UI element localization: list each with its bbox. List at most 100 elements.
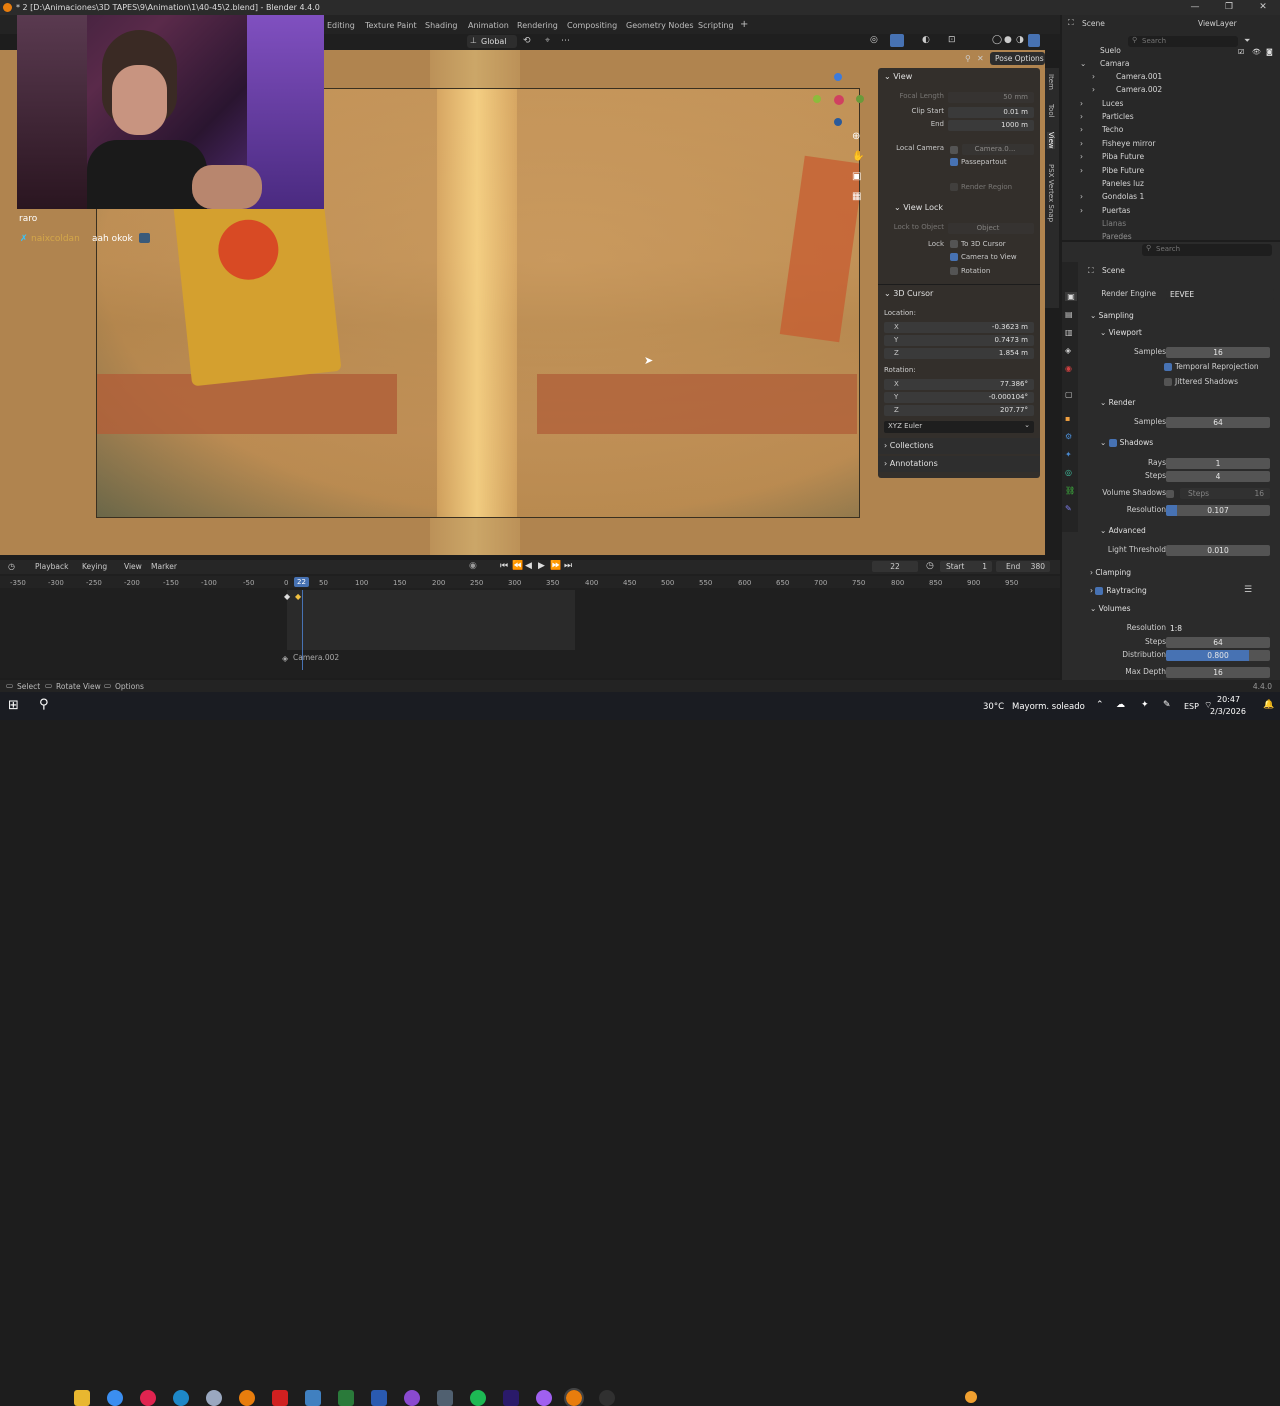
tab-item[interactable]: Item [1047, 74, 1055, 90]
scene-tab-icon[interactable]: ◈ [1065, 346, 1071, 355]
next-keyframe-icon[interactable]: ⏩ [550, 561, 561, 571]
clip-end-field[interactable]: 1000 m [948, 120, 1034, 131]
raytracing-header[interactable]: › Raytracing [1090, 586, 1147, 595]
notification-icon[interactable]: 🔔 [1263, 700, 1274, 710]
obs-icon[interactable] [599, 1390, 615, 1406]
tab-psx-vertex-snap[interactable]: PSX Vertex Snap [1047, 164, 1055, 222]
object-tab-icon[interactable]: ▪ [1065, 414, 1070, 423]
rays-field[interactable]: 1 [1166, 458, 1270, 469]
close-small-icon[interactable]: ✕ [977, 54, 984, 63]
pin-icon[interactable]: ⚲ [965, 54, 971, 63]
weather-text[interactable]: Mayorm. soleado [1012, 702, 1085, 712]
view-menu[interactable]: View [124, 562, 142, 571]
play-icon[interactable]: ▶ [538, 561, 545, 571]
gizmo-y-axis-icon[interactable] [813, 95, 821, 103]
viewport-samples-field[interactable]: 16 [1166, 347, 1270, 358]
tab-editing[interactable]: Editing [327, 21, 355, 30]
volume-shadows-steps-field[interactable]: Steps 16 [1180, 488, 1270, 499]
keyframe-selected-icon[interactable]: ◆ [295, 592, 301, 601]
render-region-checkbox[interactable]: Render Region [950, 183, 1012, 191]
lock-to-cursor-checkbox[interactable]: To 3D Cursor [950, 240, 1006, 248]
scene-selector[interactable]: Scene [1082, 19, 1105, 28]
euler-dropdown[interactable]: XYZ Euler ⌄ [884, 421, 1034, 433]
temporal-reprojection-checkbox[interactable]: Temporal Reprojection [1164, 362, 1259, 371]
solid-shading-icon[interactable]: ● [1004, 35, 1012, 45]
passepartout-checkbox[interactable]: Passepartout [950, 158, 1007, 166]
tab-shading[interactable]: Shading [425, 21, 458, 30]
end-frame-field[interactable]: End 380 [996, 561, 1050, 572]
rendered-shading-icon[interactable] [1028, 34, 1040, 47]
volumes-header[interactable]: ⌄ Volumes [1090, 604, 1130, 613]
snap-settings-icon[interactable]: ⋯ [561, 36, 570, 46]
add-workspace-button[interactable]: + [740, 19, 748, 30]
lock-object-field[interactable]: Object [948, 223, 1034, 234]
pen-icon[interactable]: ✎ [1163, 700, 1171, 710]
focal-length-field[interactable]: 50 mm [948, 92, 1034, 103]
rot-x-field[interactable]: 77.386° [884, 379, 1034, 390]
photos-icon[interactable] [305, 1390, 321, 1406]
rot-z-row[interactable]: 207.77° Z [878, 405, 1040, 417]
auto-key-icon[interactable]: ◉ [469, 561, 477, 571]
maximize-button[interactable]: ❐ [1212, 0, 1246, 15]
pycharm-icon[interactable] [338, 1390, 354, 1406]
clip-start-field[interactable]: 0.01 m [948, 107, 1034, 118]
properties-search-input[interactable]: ⚲ Search [1142, 244, 1272, 256]
pan-hand-icon[interactable]: ✋ [852, 151, 864, 162]
keyframe-icon[interactable]: ◆ [284, 592, 290, 601]
local-camera-checkbox[interactable] [950, 146, 961, 154]
tab-view[interactable]: View [1047, 132, 1055, 149]
vegas-icon[interactable] [371, 1390, 387, 1406]
chevron-up-icon[interactable]: ⌃ [1096, 700, 1104, 710]
tab-compositing[interactable]: Compositing [567, 21, 617, 30]
jittered-shadows-checkbox[interactable]: Jittered Shadows [1164, 377, 1238, 386]
timeline-icon[interactable]: ◷ [8, 562, 15, 571]
pose-options-button[interactable]: Pose Options [990, 52, 1045, 65]
chrome-icon[interactable] [107, 1390, 123, 1406]
local-camera-field[interactable]: Camera.0... [962, 144, 1034, 155]
weather-sun-icon[interactable] [965, 1391, 977, 1403]
minimize-button[interactable]: — [1178, 0, 1212, 15]
pivot-icon[interactable]: ⟲ [523, 36, 531, 46]
play-reverse-icon[interactable]: ◀ [525, 561, 532, 571]
resolution-slider[interactable]: 0.107 [1166, 505, 1270, 516]
view-layer-tab-icon[interactable]: ▥ [1065, 328, 1073, 337]
collections-section[interactable]: › Collections [878, 438, 1040, 454]
eye-icon[interactable]: 👁 [1252, 48, 1261, 56]
render-subheader[interactable]: ⌄ Render [1100, 398, 1135, 407]
gizmo-y-neg-icon[interactable] [856, 95, 864, 103]
viewport-subheader[interactable]: ⌄ Viewport [1100, 328, 1142, 337]
close-button[interactable]: ✕ [1246, 0, 1280, 15]
camera-to-view-checkbox[interactable]: Camera to View [950, 253, 1017, 261]
physics-tab-icon[interactable]: ◎ [1065, 468, 1072, 477]
particles-tab-icon[interactable]: ✦ [1065, 450, 1072, 459]
render-samples-field[interactable]: 64 [1166, 417, 1270, 428]
tab-scripting[interactable]: Scripting [698, 21, 734, 30]
gizmo-toggle-icon[interactable] [890, 34, 904, 47]
loc-x-row[interactable]: -0.3623 m X [878, 322, 1040, 334]
discord-icon[interactable] [536, 1390, 552, 1406]
tab-tool[interactable]: Tool [1047, 104, 1055, 118]
visibility-icon[interactable]: ◎ [870, 35, 878, 45]
gizmo-z-neg-icon[interactable] [834, 118, 842, 126]
current-frame-field[interactable]: 22 [872, 561, 918, 572]
lock-camera-icon[interactable]: ▦ [852, 191, 861, 202]
loc-x-field[interactable]: -0.3623 m [884, 322, 1034, 333]
cursor-section-header[interactable]: ⌄ 3D Cursor [884, 289, 933, 298]
rot-y-field[interactable]: -0.000104° [884, 392, 1034, 403]
keying-menu[interactable]: Keying [82, 562, 107, 571]
rot-x-row[interactable]: 77.386° X [878, 379, 1040, 391]
after-effects-icon[interactable] [503, 1390, 519, 1406]
playhead-label[interactable]: 22 [294, 577, 309, 587]
modifier-tab-icon[interactable]: ⚙ [1065, 432, 1072, 441]
loc-z-row[interactable]: 1.854 m Z [878, 348, 1040, 360]
clock-time[interactable]: 20:47 [1217, 695, 1240, 704]
vol-steps-field[interactable]: 64 [1166, 637, 1270, 648]
loc-y-field[interactable]: 0.7473 m [884, 335, 1034, 346]
language-indicator[interactable]: ESP [1184, 702, 1199, 711]
clock-date[interactable]: 2/3/2026 [1210, 707, 1246, 716]
orientation-dropdown[interactable]: ⊥ Global [467, 35, 517, 48]
sampling-header[interactable]: ⌄ Sampling [1090, 311, 1134, 320]
steam-icon[interactable] [437, 1390, 453, 1406]
shadows-header[interactable]: ⌄ Shadows [1100, 438, 1153, 447]
gizmo-x-axis-icon[interactable] [834, 95, 844, 105]
